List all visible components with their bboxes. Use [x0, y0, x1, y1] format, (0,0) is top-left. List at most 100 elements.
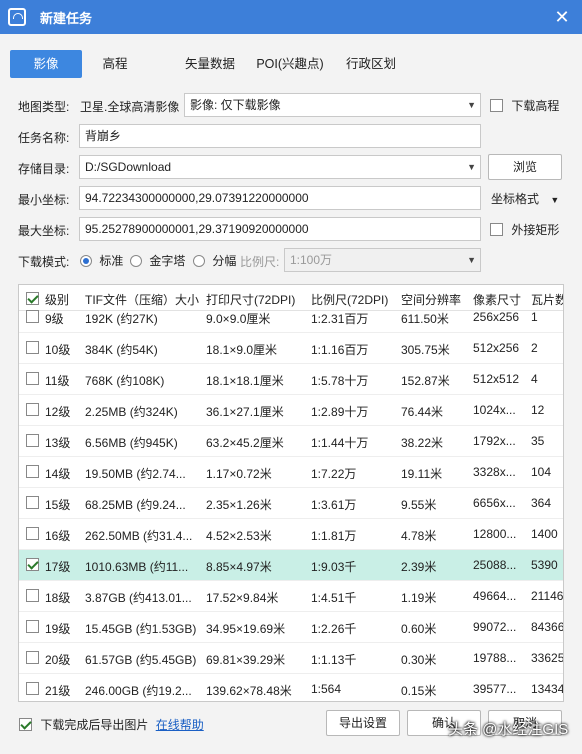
table-row[interactable]: 19级 15.45GB (约1.53GB) 34.95×19.69米 1:2.26千 0… — [19, 612, 564, 643]
cell-size: 192K (约27K) — [85, 312, 158, 326]
row-checkbox[interactable] — [26, 527, 39, 540]
cell-scale: 1:5.78十万 — [311, 374, 369, 388]
row-checkbox[interactable] — [26, 558, 39, 571]
mode-pyramid-radio[interactable]: 金字塔 — [130, 252, 185, 269]
cell-pixel: 3328x... — [473, 465, 516, 479]
cell-print: 63.2×45.2厘米 — [206, 436, 284, 450]
row-checkbox[interactable] — [26, 403, 39, 416]
help-link[interactable]: 在线帮助 — [156, 718, 204, 732]
cell-scale: 1:7.22万 — [311, 467, 357, 481]
cell-print: 36.1×27.1厘米 — [206, 405, 284, 419]
mode-pyramid-label: 金字塔 — [149, 254, 186, 268]
cell-size: 2.25MB (约324K) — [85, 405, 178, 419]
cell-res: 9.55米 — [401, 498, 437, 512]
cell-pixel: 512x512 — [473, 372, 520, 386]
task-name-input[interactable]: 背崩乡 — [79, 124, 481, 148]
cell-res: 76.44米 — [401, 405, 444, 419]
coord-format-label: 坐标格式 — [491, 192, 540, 206]
storage-select[interactable]: D:/SGDownload ▼ — [79, 155, 481, 179]
title-bar: 新建任务 ✕ — [0, 0, 582, 34]
cell-scale: 1:4.51千 — [311, 591, 357, 605]
cell-scale: 1:2.26千 — [311, 622, 357, 636]
table-row[interactable]: 14级 19.50MB (约2.74... 1.17×0.72米 1:7.22万 19.… — [19, 457, 563, 488]
max-coord-value: 95.25278900000001,29.37190920000000 — [85, 222, 309, 236]
max-coord-input[interactable]: 95.25278900000001,29.37190920000000 — [79, 217, 481, 241]
browse-button[interactable]: 浏览 — [488, 154, 562, 180]
outer-rect-label: 外接矩形 — [511, 223, 560, 237]
map-type-label: 地图类型: — [18, 100, 70, 114]
cell-level: 14级 — [45, 467, 71, 481]
cell-print: 34.95×19.69米 — [206, 622, 286, 636]
cell-tiles: 4 — [531, 372, 538, 386]
table-row[interactable]: 21级 246.00GB (约19.2... 139.62×78.48米 1:564 0… — [19, 674, 563, 701]
tab-admin[interactable]: 行政区划 — [336, 50, 406, 78]
row-checkbox[interactable] — [26, 651, 39, 664]
tab-vector[interactable]: 矢量数据 — [170, 50, 250, 78]
cell-level: 20级 — [45, 653, 71, 667]
row-checkbox[interactable] — [26, 589, 39, 602]
map-option-value: 影像: 仅下载影像 — [190, 98, 281, 112]
cell-level: 11级 — [45, 374, 70, 388]
cell-size: 246.00GB (约19.2... — [85, 684, 192, 698]
row-checkbox[interactable] — [26, 310, 39, 323]
row-checkbox[interactable] — [26, 496, 39, 509]
download-dem-checkbox[interactable]: 下载高程 — [490, 97, 559, 114]
cell-scale: 1:3.61万 — [311, 498, 357, 512]
export-settings-button[interactable]: 导出设置 — [326, 710, 400, 736]
chevron-down-icon: ▼ — [550, 195, 560, 205]
row-checkbox[interactable] — [26, 682, 39, 695]
cell-size: 1010.63MB (约11... — [85, 560, 189, 574]
table-row[interactable]: 11级 768K (约108K) 18.1×18.1厘米 1:5.78十万 152.87… — [19, 364, 563, 395]
cell-level: 13级 — [45, 436, 71, 450]
tab-imagery[interactable]: 影像 — [10, 50, 82, 78]
cell-tiles: 12 — [531, 403, 545, 417]
window-title: 新建任务 — [40, 10, 93, 26]
cell-level: 21级 — [45, 684, 71, 698]
row-checkbox[interactable] — [26, 465, 39, 478]
table-row[interactable]: 9级 192K (约27K) 9.0×9.0厘米 1:2.31百万 611.50米 256… — [19, 302, 563, 333]
cell-scale: 1:2.89十万 — [311, 405, 369, 419]
cell-print: 18.1×18.1厘米 — [206, 374, 284, 388]
cell-size: 768K (约108K) — [85, 374, 165, 388]
table-row[interactable]: 20级 61.57GB (约5.45GB) 69.81×39.29米 1:1.13千 0… — [19, 643, 563, 674]
cell-pixel: 25088... — [473, 558, 517, 572]
row-checkbox[interactable] — [26, 341, 39, 354]
min-coord-label: 最小坐标: — [18, 193, 70, 207]
mode-standard-radio[interactable]: 标准 — [80, 252, 123, 269]
task-name-label: 任务名称: — [18, 131, 70, 145]
close-button[interactable]: ✕ — [550, 5, 574, 29]
min-coord-input[interactable]: 94.72234300000000,29.07391220000000 — [79, 186, 481, 210]
cell-tiles: 84366 — [531, 620, 564, 634]
mode-tile-radio[interactable]: 分幅 — [193, 252, 236, 269]
cell-res: 38.22米 — [401, 436, 444, 450]
table-row[interactable]: 13级 6.56MB (约945K) 63.2×45.2厘米 1:1.44十万 38.2… — [19, 426, 563, 457]
export-after-checkbox[interactable]: 下载完成后导出图片 在线帮助 — [19, 716, 204, 733]
coord-format-dropdown[interactable]: 坐标格式 ▼ — [491, 190, 559, 207]
cell-print: 1.17×0.72米 — [206, 467, 272, 481]
table-row[interactable]: 17级 1010.63MB (约11... 8.85×4.97米 1:9.03千 2.3… — [19, 550, 563, 581]
scale-select[interactable]: 1:100万 ▼ — [284, 248, 481, 272]
cell-tiles: 364 — [531, 496, 552, 510]
cell-tiles: 2 — [531, 341, 538, 355]
table-row[interactable]: 16级 262.50MB (约31.4... 4.52×2.53米 1:1.81万 4.… — [19, 519, 563, 550]
row-checkbox[interactable] — [26, 372, 39, 385]
tab-elevation[interactable]: 高程 — [80, 50, 150, 78]
table-row[interactable]: 18级 3.87GB (约413.01... 17.52×9.84米 1:4.51千 1… — [19, 581, 563, 612]
cell-res: 0.60米 — [401, 622, 437, 636]
table-row[interactable]: 15级 68.25MB (约9.24... 2.35×1.26米 1:3.61万 9.5… — [19, 488, 563, 519]
row-checkbox[interactable] — [26, 434, 39, 447]
map-option-select[interactable]: 影像: 仅下载影像 ▼ — [184, 93, 481, 117]
table-row[interactable]: 10级 384K (约54K) 18.1×9.0厘米 1:1.16百万 305.75米 5… — [19, 333, 563, 364]
cell-res: 1.19米 — [401, 591, 437, 605]
download-dem-label: 下载高程 — [511, 99, 560, 113]
row-checkbox[interactable] — [26, 620, 39, 633]
table-row[interactable]: 12级 2.25MB (约324K) 36.1×27.1厘米 1:2.89十万 76.4… — [19, 395, 563, 426]
cell-tiles: 104 — [531, 465, 552, 479]
tab-poi[interactable]: POI(兴趣点) — [248, 50, 332, 78]
map-type-value: 卫星.全球高清影像 — [80, 100, 180, 114]
checkbox-icon — [490, 223, 503, 236]
outer-rect-checkbox[interactable]: 外接矩形 — [490, 221, 559, 238]
checkbox-icon — [19, 718, 32, 731]
max-coord-label: 最大坐标: — [18, 224, 70, 238]
cell-size: 3.87GB (约413.01... — [85, 591, 192, 605]
